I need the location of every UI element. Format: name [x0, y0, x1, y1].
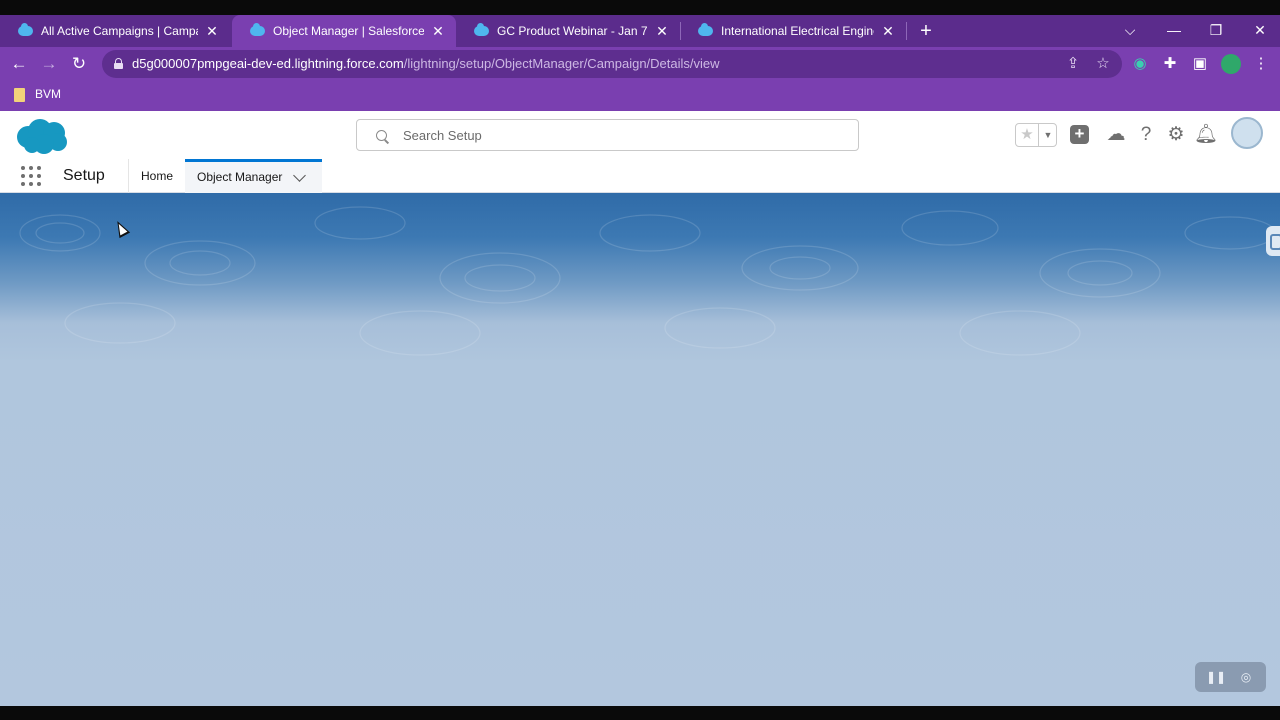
puzzle-icon[interactable]: ✚ — [1157, 47, 1183, 81]
tab-title: All Active Campaigns | Campaign — [41, 24, 198, 38]
reload-icon[interactable]: ↻ — [66, 47, 92, 81]
tab-gc-product-webinar[interactable]: GC Product Webinar - Jan 7, 2002 ✕ — [456, 15, 680, 47]
top-letterbox — [0, 0, 1280, 15]
app-name: Setup — [63, 167, 105, 184]
salesforce-favicon-icon — [698, 23, 713, 36]
restore-window-button[interactable]: ❐ — [1202, 15, 1230, 47]
page-content-background — [0, 193, 1280, 706]
tab-separator — [906, 22, 907, 40]
salesforce-global-header: ★ ▼ + ☁ ? ⚙ 🔔︎ — [0, 111, 1280, 159]
salesforce-favicon-icon — [250, 23, 265, 36]
setup-gear-icon[interactable]: ⚙ — [1164, 123, 1188, 147]
new-tab-button[interactable]: + — [915, 15, 937, 47]
global-actions-plus-icon[interactable]: + — [1070, 125, 1089, 144]
minimize-window-button[interactable]: — — [1160, 15, 1188, 47]
favorites-button[interactable]: ★ ▼ — [1015, 123, 1057, 147]
address-bar[interactable]: d5g000007pmpgeai-dev-ed.lightning.force.… — [102, 50, 1122, 78]
tab-close-icon[interactable]: ✕ — [880, 23, 896, 40]
forward-arrow-icon[interactable]: → — [36, 47, 62, 81]
contour-pattern — [19, 206, 1276, 356]
recording-controls: ❚❚ ◎ — [1195, 662, 1266, 692]
bottom-letterbox — [0, 706, 1280, 720]
user-avatar[interactable] — [1231, 117, 1263, 149]
favorites-star-icon[interactable]: ★ — [1016, 124, 1038, 146]
side-panel-icon[interactable]: ▣ — [1187, 47, 1213, 81]
lock-icon — [114, 58, 123, 69]
chevron-down-icon[interactable] — [293, 169, 306, 182]
trailhead-icon[interactable]: ☁ — [1104, 123, 1128, 147]
bookmark-bvm[interactable]: BVM — [35, 81, 61, 107]
salesforce-logo-icon[interactable] — [14, 117, 70, 155]
bookmarks-bar: BVM — [0, 81, 1280, 111]
screen: All Active Campaigns | Campaign ✕ Object… — [0, 0, 1280, 720]
url-host: d5g000007pmpgeai-dev-ed.lightning.force.… — [132, 56, 404, 71]
share-icon[interactable]: ⇪ — [1062, 50, 1084, 78]
salesforce-favicon-icon — [18, 23, 33, 36]
tab-close-icon[interactable]: ✕ — [204, 23, 220, 40]
tab-international-electrical-engineers[interactable]: International Electrical Engineers ✕ — [680, 15, 906, 47]
tab-close-icon[interactable]: ✕ — [430, 23, 446, 40]
kebab-menu-icon[interactable]: ⋮ — [1248, 47, 1274, 81]
favorites-dropdown-icon[interactable]: ▼ — [1038, 124, 1057, 146]
tab-all-active-campaigns[interactable]: All Active Campaigns | Campaign ✕ — [0, 15, 230, 47]
tab-label: Object Manager — [197, 170, 283, 184]
tab-object-manager[interactable]: Object Manager | Salesforce ✕ — [232, 15, 456, 47]
tab-close-icon[interactable]: ✕ — [654, 23, 670, 40]
tab-separator — [680, 22, 681, 40]
close-window-button[interactable]: ✕ — [1246, 15, 1274, 47]
bookmark-star-icon[interactable]: ☆ — [1092, 50, 1114, 78]
tab-title: Object Manager | Salesforce — [273, 24, 424, 38]
salesforce-favicon-icon — [474, 23, 489, 36]
search-setup-box[interactable] — [356, 119, 859, 151]
side-panel-handle-icon[interactable] — [1266, 226, 1280, 256]
folder-icon — [14, 88, 25, 102]
setup-navigation-bar: Setup Home Object Manager — [0, 159, 1280, 193]
app-launcher-icon[interactable] — [21, 166, 41, 186]
browser-toolbar: ← → ↻ d5g000007pmpgeai-dev-ed.lightning.… — [0, 47, 1280, 81]
tab-title: GC Product Webinar - Jan 7, 2002 — [497, 24, 648, 38]
browser-tab-bar: All Active Campaigns | Campaign ✕ Object… — [0, 15, 1280, 47]
help-icon[interactable]: ? — [1134, 123, 1158, 147]
extension-icon[interactable]: ◉ — [1127, 47, 1153, 81]
tab-object-manager-nav[interactable]: Object Manager — [185, 159, 322, 193]
url-path: /lightning/setup/ObjectManager/Campaign/… — [403, 56, 720, 71]
webcam-icon[interactable]: ◎ — [1235, 667, 1257, 687]
search-input[interactable] — [403, 120, 843, 150]
pause-icon[interactable]: ❚❚ — [1205, 667, 1227, 687]
profile-avatar-icon[interactable] — [1221, 54, 1241, 74]
tab-search-dropdown-icon[interactable]: ⌵ — [1116, 15, 1144, 47]
back-arrow-icon[interactable]: ← — [6, 47, 32, 81]
notifications-bell-icon[interactable]: 🔔︎ — [1194, 123, 1218, 147]
tab-title: International Electrical Engineers — [721, 24, 874, 38]
search-icon — [376, 130, 387, 141]
tab-home[interactable]: Home — [129, 159, 185, 193]
url-text[interactable]: d5g000007pmpgeai-dev-ed.lightning.force.… — [132, 50, 720, 78]
